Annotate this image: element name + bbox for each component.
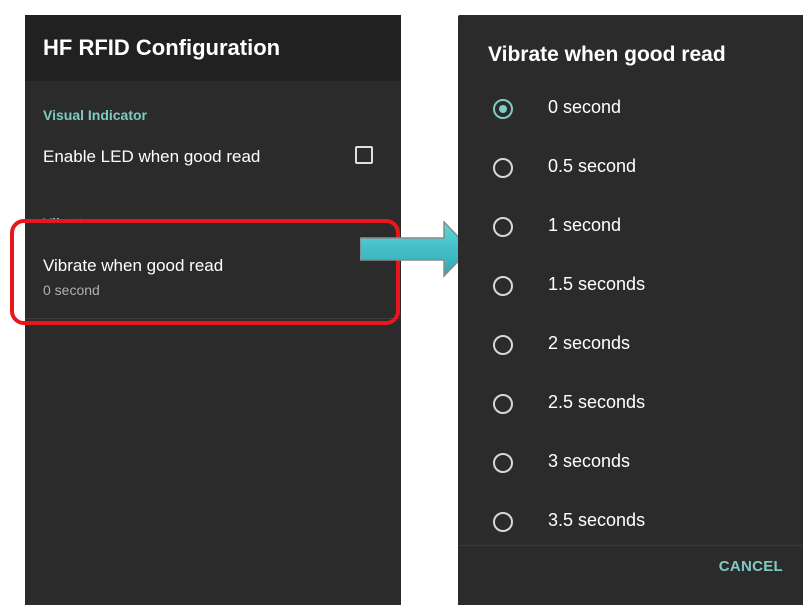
dialog-divider [458, 545, 803, 546]
page-title: HF RFID Configuration [43, 35, 281, 60]
vibrate-dialog: Vibrate when good read 0 second 0.5 seco… [458, 15, 803, 605]
option-label: 0.5 second [548, 156, 637, 176]
option-label: 1.5 seconds [548, 274, 646, 294]
radio-icon[interactable] [493, 276, 513, 296]
option-0-second[interactable]: 0 second [458, 79, 803, 138]
option-3-5-seconds[interactable]: 3.5 seconds [458, 492, 803, 544]
led-preference-label: Enable LED when good read [43, 147, 261, 166]
cancel-button[interactable]: CANCEL [719, 558, 783, 575]
app-bar: HF RFID Configuration [25, 15, 401, 81]
dialog-title: Vibrate when good read [488, 43, 726, 66]
radio-icon[interactable] [493, 158, 513, 178]
highlight-box [10, 219, 400, 325]
option-label: 2 seconds [548, 333, 631, 353]
option-2-5-seconds[interactable]: 2.5 seconds [458, 374, 803, 433]
radio-icon[interactable] [493, 217, 513, 237]
option-3-seconds[interactable]: 3 seconds [458, 433, 803, 492]
option-label: 2.5 seconds [548, 392, 646, 412]
option-0-5-second[interactable]: 0.5 second [458, 138, 803, 197]
option-label: 3 seconds [548, 451, 631, 471]
option-1-5-seconds[interactable]: 1.5 seconds [458, 256, 803, 315]
section-header-visual-indicator: Visual Indicator [43, 107, 147, 123]
led-preference-row[interactable]: Enable LED when good read [25, 133, 401, 183]
option-label: 1 second [548, 215, 622, 235]
led-checkbox[interactable] [355, 146, 373, 164]
option-1-second[interactable]: 1 second [458, 197, 803, 256]
option-label: 0 second [548, 97, 622, 117]
radio-icon[interactable] [493, 335, 513, 355]
radio-selected-icon[interactable] [493, 99, 513, 119]
option-2-seconds[interactable]: 2 seconds [458, 315, 803, 374]
radio-icon[interactable] [493, 394, 513, 414]
radio-icon[interactable] [493, 512, 513, 532]
arrow-right-icon [360, 220, 472, 278]
option-label: 3.5 seconds [548, 510, 646, 530]
option-list: 0 second 0.5 second 1 second 1.5 seconds… [458, 79, 803, 544]
radio-icon[interactable] [493, 453, 513, 473]
